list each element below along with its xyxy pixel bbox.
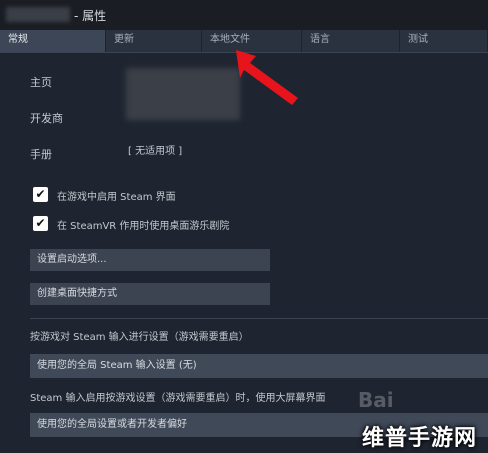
- red-arrow-icon: [236, 50, 298, 105]
- watermark: 维普手游网: [362, 426, 478, 451]
- faint-watermark-icon: Bai: [358, 388, 394, 412]
